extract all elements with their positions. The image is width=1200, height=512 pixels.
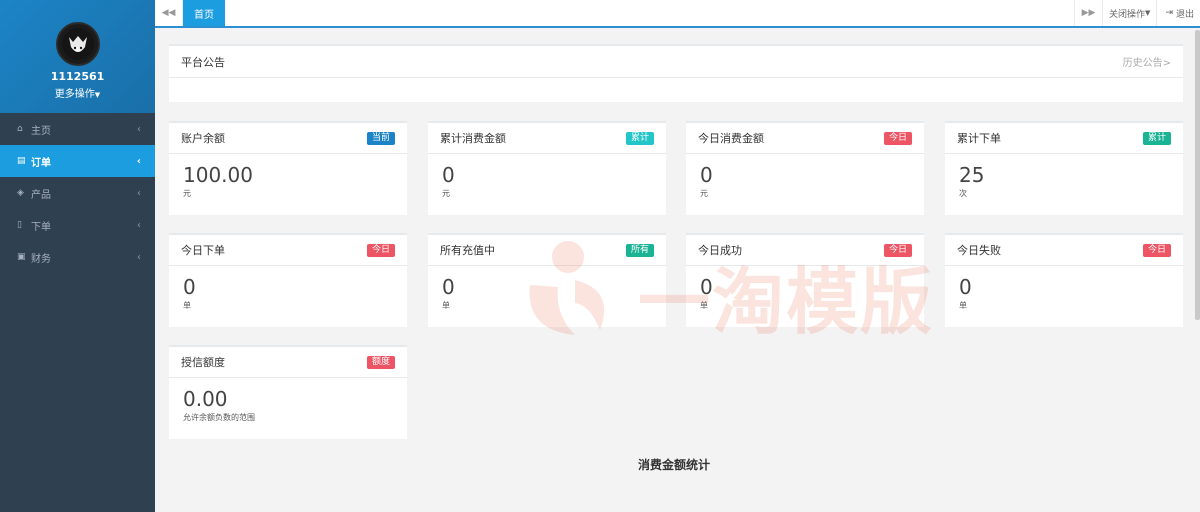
- sidebar-item-orders[interactable]: ▤ 订单 ‹: [0, 145, 155, 177]
- sidebar-item-products[interactable]: ◈ 产品 ‹: [0, 177, 155, 209]
- chevron-left-icon: ‹: [137, 251, 141, 263]
- history-notice-link[interactable]: 历史公告>: [1123, 54, 1171, 69]
- sidebar-item-place-order[interactable]: ▯ 下单 ‹: [0, 209, 155, 241]
- chevron-left-icon: ‹: [137, 219, 141, 231]
- profile-panel: 1112561 更多操作▼: [0, 0, 155, 113]
- card-unit: 次: [959, 189, 967, 198]
- card-unit: 元: [700, 189, 708, 198]
- card-value: 25: [959, 163, 985, 187]
- status-badge: 额度: [366, 355, 395, 369]
- status-badge: 累计: [1142, 131, 1171, 145]
- tab-spacer: [225, 0, 1074, 26]
- avatar-image: [61, 28, 94, 60]
- main-content: 平台公告 历史公告> 账户余额 当前 100.00 元 累计消费金额 累计 0 元 …: [155, 30, 1195, 512]
- document-icon: ▤: [17, 156, 26, 166]
- status-badge: 今日: [1142, 243, 1171, 257]
- card-title: 所有充值中: [440, 244, 495, 257]
- card-title: 今日消费金额: [698, 132, 764, 145]
- money-icon: ▣: [17, 252, 26, 262]
- caret-down-icon: ▼: [1145, 9, 1151, 17]
- card-title: 账户余额: [181, 132, 225, 145]
- card-unit: 单: [442, 301, 450, 310]
- card-unit: 允许余额负数的范围: [183, 413, 255, 422]
- sidebar-item-finance[interactable]: ▣ 财务 ‹: [0, 241, 155, 273]
- card-value: 0: [959, 275, 972, 299]
- close-ops-label: 关闭操作: [1109, 9, 1146, 20]
- logout-icon: ⇥: [1165, 8, 1173, 18]
- card-today-failed: 今日失败 今日 0 单: [945, 233, 1183, 327]
- scroll-tabs-right-button[interactable]: ▶▶: [1074, 0, 1102, 26]
- chevron-left-icon: ‹: [137, 187, 141, 199]
- card-value: 0.00: [183, 387, 228, 411]
- card-value: 0: [700, 275, 713, 299]
- card-unit: 单: [959, 301, 967, 310]
- card-title: 今日下单: [181, 244, 225, 257]
- sidebar-menu: ⌂ 主页 ‹ ▤ 订单 ‹ ◈ 产品 ‹ ▯ 下单 ‹ ▣ 财务 ‹: [0, 113, 155, 273]
- sidebar-item-label: 产品: [31, 189, 51, 201]
- notice-panel: 平台公告 历史公告>: [169, 44, 1183, 102]
- sidebar-item-label: 下单: [31, 221, 51, 233]
- double-left-icon: ◀◀: [161, 8, 176, 18]
- double-right-icon: ▶▶: [1081, 8, 1096, 18]
- card-all-recharging: 所有充值中 所有 0 单: [428, 233, 666, 327]
- tab-home-label: 首页: [194, 9, 214, 21]
- user-id: 1112561: [50, 70, 105, 83]
- top-tab-bar: ◀◀ 首页 ▶▶ 关闭操作 ▼ ⇥ 退出: [155, 0, 1200, 28]
- chevron-left-icon: ‹: [136, 155, 141, 167]
- card-value: 100.00: [183, 163, 253, 187]
- card-title: 累计下单: [957, 132, 1001, 145]
- logout-label: 退出: [1175, 9, 1194, 20]
- card-total-orders: 累计下单 累计 25 次: [945, 121, 1183, 215]
- card-account-balance: 账户余额 当前 100.00 元: [169, 121, 407, 215]
- more-ops-dropdown[interactable]: 更多操作▼: [0, 85, 155, 100]
- notice-title: 平台公告: [181, 55, 225, 69]
- card-unit: 元: [442, 189, 450, 198]
- card-value: 0: [442, 163, 455, 187]
- avatar[interactable]: [55, 22, 100, 66]
- status-badge: 当前: [366, 131, 395, 145]
- card-title: 累计消费金额: [440, 132, 506, 145]
- card-unit: 单: [183, 301, 191, 310]
- notice-header: 平台公告 历史公告>: [169, 46, 1183, 78]
- card-total-spend: 累计消费金额 累计 0 元: [428, 121, 666, 215]
- card-value: 0: [700, 163, 713, 187]
- card-today-success: 今日成功 今日 0 单: [686, 233, 924, 327]
- spend-stats-title: 消费金额统计: [638, 458, 711, 472]
- status-badge: 累计: [625, 131, 654, 145]
- card-unit: 元: [183, 189, 191, 198]
- more-ops-label: 更多操作: [54, 89, 95, 100]
- home-icon: ⌂: [17, 124, 23, 134]
- tab-home[interactable]: 首页: [183, 0, 225, 26]
- card-title: 授信额度: [181, 356, 225, 369]
- card-unit: 单: [700, 301, 708, 310]
- status-badge: 今日: [366, 243, 395, 257]
- card-today-orders: 今日下单 今日 0 单: [169, 233, 407, 327]
- status-badge: 今日: [883, 243, 912, 257]
- status-badge: 所有: [625, 243, 654, 257]
- status-badge: 今日: [883, 131, 912, 145]
- sidebar-item-label: 订单: [31, 157, 51, 169]
- logout-button[interactable]: ⇥ 退出: [1156, 0, 1200, 26]
- sidebar-item-label: 财务: [31, 253, 51, 265]
- card-title: 今日失败: [957, 244, 1001, 257]
- scroll-tabs-left-button[interactable]: ◀◀: [155, 0, 183, 26]
- card-today-spend: 今日消费金额 今日 0 元: [686, 121, 924, 215]
- file-icon: ▯: [17, 220, 22, 230]
- card-value: 0: [442, 275, 455, 299]
- sidebar-item-label: 主页: [31, 125, 51, 137]
- card-title: 今日成功: [698, 244, 742, 257]
- stats-chart-area: [169, 488, 1183, 512]
- card-credit-limit: 授信额度 额度 0.00 允许余额负数的范围: [169, 345, 407, 439]
- cube-icon: ◈: [17, 188, 24, 198]
- close-ops-dropdown[interactable]: 关闭操作 ▼: [1102, 0, 1156, 26]
- page-scrollbar[interactable]: [1195, 30, 1200, 320]
- sidebar: 1112561 更多操作▼ ⌂ 主页 ‹ ▤ 订单 ‹ ◈ 产品 ‹ ▯ 下单 …: [0, 0, 155, 512]
- caret-down-icon: ▼: [94, 91, 101, 99]
- chevron-left-icon: ‹: [137, 123, 141, 135]
- card-value: 0: [183, 275, 196, 299]
- sidebar-item-home[interactable]: ⌂ 主页 ‹: [0, 113, 155, 145]
